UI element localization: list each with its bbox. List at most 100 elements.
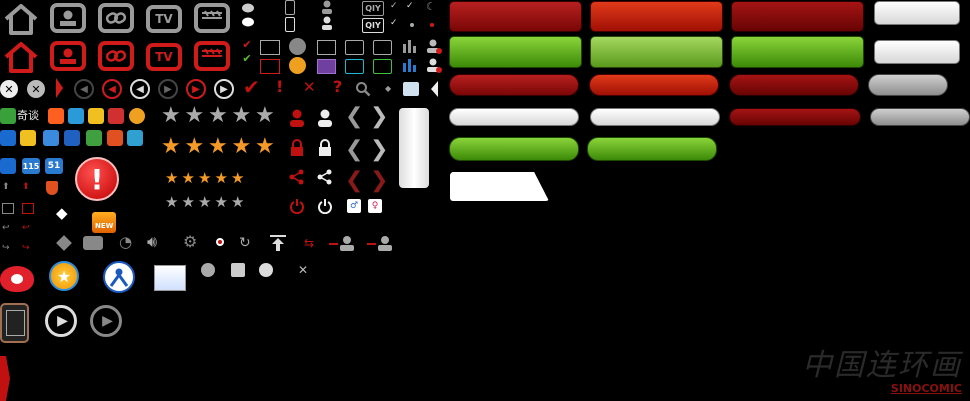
play-icon[interactable]: ▶	[45, 305, 77, 337]
qzone-icon[interactable]: ★	[49, 261, 79, 291]
power-red-icon[interactable]	[288, 197, 306, 215]
button-green-3[interactable]	[731, 36, 864, 68]
next-arrow-icon-white[interactable]: ▶	[214, 79, 234, 99]
device-icon[interactable]	[0, 303, 29, 343]
star-icon[interactable]: ★	[161, 105, 181, 127]
button-green-1[interactable]	[449, 36, 582, 68]
pill-green-1[interactable]	[449, 137, 579, 161]
star-icon[interactable]: ★	[208, 105, 228, 127]
button-green-2[interactable]	[590, 36, 723, 68]
next-arrow-icon-red[interactable]: ▶	[186, 79, 206, 99]
app-icon-51[interactable]: 51	[45, 158, 63, 174]
star-icon[interactable]: ★	[208, 136, 228, 158]
button-white-1[interactable]	[874, 1, 960, 25]
close-icon-2[interactable]: ✕	[27, 80, 45, 98]
star-icon[interactable]: ★	[182, 171, 195, 186]
app-icon-9[interactable]	[64, 130, 80, 146]
tv-icon[interactable]: TV	[146, 5, 182, 33]
prev-arrow-icon[interactable]: ◀	[74, 79, 94, 99]
mail-icon[interactable]	[403, 82, 419, 96]
app-icon-5[interactable]	[129, 108, 145, 124]
share-white-icon[interactable]	[316, 168, 334, 186]
renren-icon[interactable]	[103, 261, 135, 293]
clapper-icon[interactable]	[194, 3, 230, 33]
button-red-3[interactable]	[731, 1, 864, 32]
app-icon-13[interactable]	[0, 158, 16, 174]
star-icon[interactable]: ★	[198, 171, 211, 186]
app-icon-12[interactable]	[127, 130, 143, 146]
button-red-2[interactable]	[590, 1, 723, 32]
search-icon[interactable]	[354, 80, 372, 98]
star-icon[interactable]: ★	[255, 136, 275, 158]
chevron-right-icon[interactable]: ❯	[370, 106, 388, 128]
pill-white-2[interactable]	[590, 108, 720, 126]
star-icon[interactable]: ★	[232, 136, 252, 158]
tv-icon-red[interactable]: TV	[146, 43, 182, 71]
play-triangle-icon: ▶	[57, 313, 68, 329]
pill-white-1[interactable]	[449, 108, 579, 126]
chevron-left-icon[interactable]: ❮	[345, 106, 363, 128]
home-icon[interactable]	[2, 2, 40, 36]
app-icon-8[interactable]	[43, 130, 59, 146]
share-red-icon[interactable]	[288, 168, 306, 186]
home-icon-red[interactable]	[2, 40, 40, 74]
star-icon[interactable]: ★	[232, 105, 252, 127]
pill-red-2[interactable]	[589, 74, 719, 96]
star-icon[interactable]: ★	[231, 171, 244, 186]
close-icon[interactable]: ✕	[0, 80, 18, 98]
star-icon[interactable]: ★	[215, 195, 228, 210]
app-icon-11[interactable]	[107, 130, 123, 146]
weibo-icon[interactable]	[0, 266, 34, 292]
red-side-tab[interactable]	[0, 356, 10, 401]
volume-icon[interactable]: 🔊︎	[147, 234, 157, 250]
pill-red-3[interactable]	[729, 74, 859, 96]
button-red-1[interactable]	[449, 1, 582, 32]
prev-arrow-icon-white[interactable]: ◀	[130, 79, 150, 99]
user-card-icon-red[interactable]	[50, 41, 86, 71]
app-icon-10[interactable]	[86, 130, 102, 146]
user-card-icon[interactable]	[50, 3, 86, 33]
star-icon[interactable]: ★	[165, 171, 178, 186]
app-icon-6[interactable]	[0, 130, 16, 146]
star-icon[interactable]: ★	[161, 136, 181, 158]
button-white-2[interactable]	[874, 40, 960, 64]
play-icon-gray[interactable]: ▶	[90, 305, 122, 337]
next-arrow-icon[interactable]: ▶	[158, 79, 178, 99]
gear-icon[interactable]: ⚙	[183, 234, 197, 250]
app-icon-1[interactable]	[48, 108, 64, 124]
pill-gray-1[interactable]	[868, 74, 948, 96]
app-icon-115[interactable]: 115	[22, 158, 40, 174]
pill-red-4[interactable]	[729, 108, 861, 126]
prev-arrow-icon-red[interactable]: ◀	[102, 79, 122, 99]
app-icon-4[interactable]	[108, 108, 124, 124]
star-icon[interactable]: ★	[231, 195, 244, 210]
chevron-left-red-icon[interactable]: ❮	[345, 170, 363, 192]
star-icon[interactable]: ★	[165, 195, 178, 210]
star-icon[interactable]: ★	[182, 195, 195, 210]
chevron-right-icon-2[interactable]: ❯	[370, 139, 388, 161]
pill-green-2[interactable]	[587, 137, 717, 161]
iqiyi-logo-icon[interactable]: QIY	[362, 1, 384, 16]
pill-gray-2[interactable]	[870, 108, 970, 126]
email-envelope-icon[interactable]	[154, 265, 186, 291]
app-icon-7[interactable]	[20, 130, 36, 146]
chevron-right-red-icon[interactable]: ❯	[370, 170, 388, 192]
pill-red-1[interactable]	[449, 74, 579, 96]
upload-icon[interactable]	[268, 234, 288, 252]
app-icon-2[interactable]	[68, 108, 84, 124]
star-icon[interactable]: ★	[185, 105, 205, 127]
iqiyi-app-icon[interactable]	[0, 108, 16, 124]
star-icon[interactable]: ★	[198, 195, 211, 210]
star-icon[interactable]: ★	[215, 171, 228, 186]
clapper-icon-red[interactable]	[194, 41, 230, 71]
link-icon-red[interactable]	[98, 41, 134, 71]
link-icon[interactable]	[98, 3, 134, 33]
chevron-left-icon-2[interactable]: ❮	[345, 139, 363, 161]
close-x-small-icon[interactable]: ✕	[298, 264, 308, 276]
iqiyi-logo-icon-2[interactable]: QIY	[362, 18, 384, 33]
star-icon[interactable]: ★	[255, 105, 275, 127]
white-tab-shape[interactable]	[450, 172, 549, 201]
app-icon-3[interactable]	[88, 108, 104, 124]
power-white-icon[interactable]	[316, 197, 334, 215]
star-icon[interactable]: ★	[185, 136, 205, 158]
